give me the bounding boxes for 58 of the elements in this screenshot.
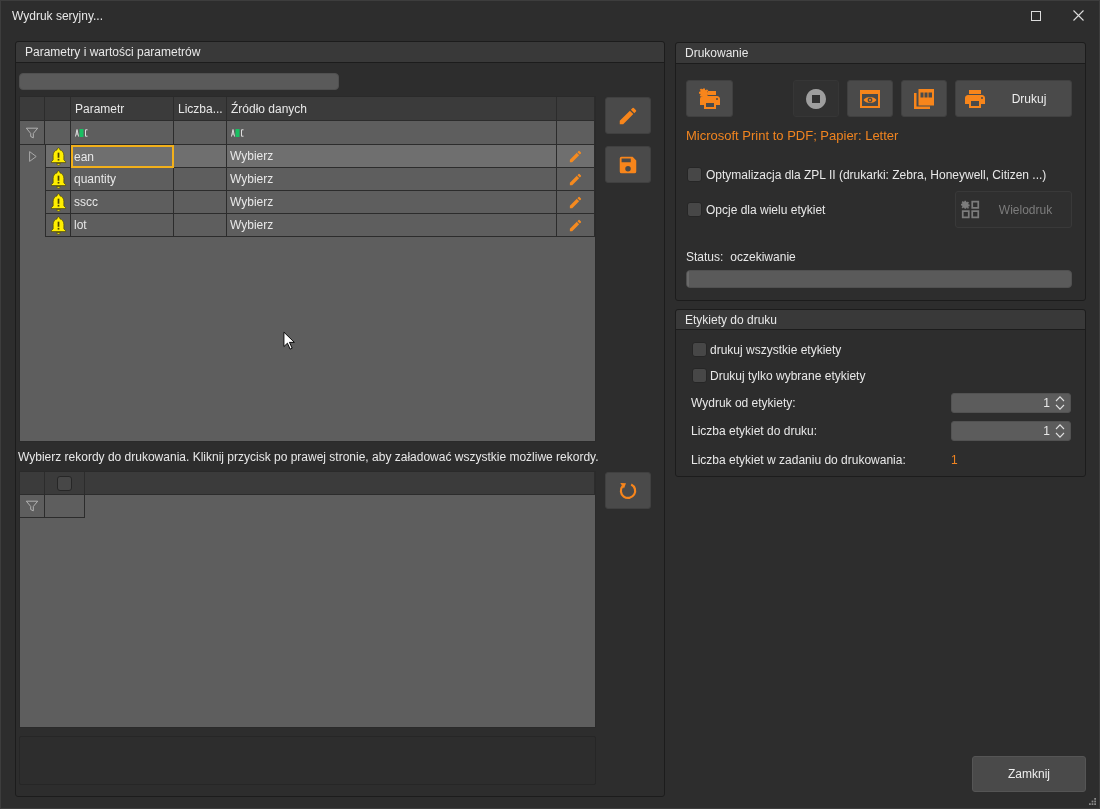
- section-header: Parametry i wartości parametrów: [16, 42, 664, 63]
- table-cell[interactable]: lot: [71, 214, 174, 237]
- filter-icon[interactable]: [25, 499, 39, 513]
- up-down-chevron-icon[interactable]: [1055, 423, 1065, 439]
- checkbox-label[interactable]: Optymalizacja dla ZPL II (drukarki: Zebra, Honeywell, Citizen ...): [706, 167, 1047, 182]
- checkbox[interactable]: [687, 202, 702, 217]
- checkbox-label[interactable]: Opcje dla wielu etykiet: [706, 202, 826, 217]
- save-button[interactable]: [605, 146, 651, 183]
- filter-icon[interactable]: [25, 125, 39, 140]
- close-icon[interactable]: [1073, 10, 1084, 21]
- section-header: Drukowanie: [676, 43, 1085, 64]
- text-filter-icon[interactable]: [231, 128, 244, 137]
- checkbox-label[interactable]: Drukuj tylko wybrane etykiety: [710, 368, 866, 383]
- printer-settings-icon: [697, 86, 722, 111]
- field-label: Wydruk od etykiety:: [691, 396, 796, 410]
- printer-settings-button[interactable]: [686, 80, 733, 117]
- table-cell[interactable]: ean: [71, 145, 174, 168]
- table-row[interactable]: sscc Wybierz: [45, 191, 595, 214]
- table-row[interactable]: quantity Wybierz: [45, 168, 595, 191]
- table-cell: [174, 214, 227, 237]
- pencil-icon[interactable]: [568, 217, 583, 233]
- field-label: Liczba etykiet do druku:: [691, 424, 818, 438]
- up-down-chevron-icon[interactable]: [1055, 395, 1065, 411]
- section-header: Etykiety do druku: [676, 310, 1085, 330]
- field-label: Liczba etykiet w zadaniu do drukowania:: [691, 453, 907, 467]
- text-filter-icon[interactable]: [75, 128, 88, 137]
- printer-info-text: Microsoft Print to PDF; Papier: Letter: [686, 129, 899, 143]
- table-row[interactable]: lot Wybierz: [45, 214, 595, 237]
- status-value: oczekiwanie: [730, 250, 796, 264]
- grid-gear-icon: [961, 200, 980, 219]
- print-button[interactable]: Drukuj: [955, 80, 1072, 117]
- total-count: 1: [951, 453, 959, 467]
- instruction-text: Wybierz rekordy do drukowania. Kliknij przycisk po prawej stronie, aby załadować wszystkie możliwe rekordy.: [18, 450, 600, 465]
- checkbox[interactable]: [57, 475, 72, 491]
- resize-grip-icon[interactable]: [1089, 798, 1096, 805]
- pencil-icon[interactable]: [568, 171, 583, 187]
- table-row[interactable]: ean Wybierz: [45, 145, 595, 168]
- edit-button[interactable]: [605, 97, 651, 134]
- refresh-button[interactable]: [605, 472, 651, 509]
- status-label: Status:: [686, 250, 724, 264]
- search-field[interactable]: [19, 73, 339, 90]
- pdf-file-icon: [912, 86, 936, 111]
- maximize-icon[interactable]: [1031, 10, 1041, 21]
- mouse-cursor-icon: [283, 331, 295, 350]
- checkbox-label[interactable]: drukuj wszystkie etykiety: [710, 342, 842, 357]
- row-indicator-icon: [28, 151, 37, 162]
- number-spinbox[interactable]: 1: [951, 393, 1071, 413]
- table-cell[interactable]: Wybierz: [227, 214, 557, 237]
- close-button[interactable]: Zamknij: [972, 756, 1086, 792]
- pdf-button[interactable]: [901, 80, 947, 117]
- stop-icon: [804, 86, 828, 111]
- number-spinbox[interactable]: 1: [951, 421, 1071, 441]
- checkbox[interactable]: [692, 342, 707, 357]
- checkbox[interactable]: [692, 368, 707, 383]
- checkbox[interactable]: [687, 167, 702, 182]
- preview-button[interactable]: [847, 80, 893, 117]
- window-title: Wydruk seryjny...: [12, 8, 104, 23]
- pencil-icon[interactable]: [568, 194, 583, 210]
